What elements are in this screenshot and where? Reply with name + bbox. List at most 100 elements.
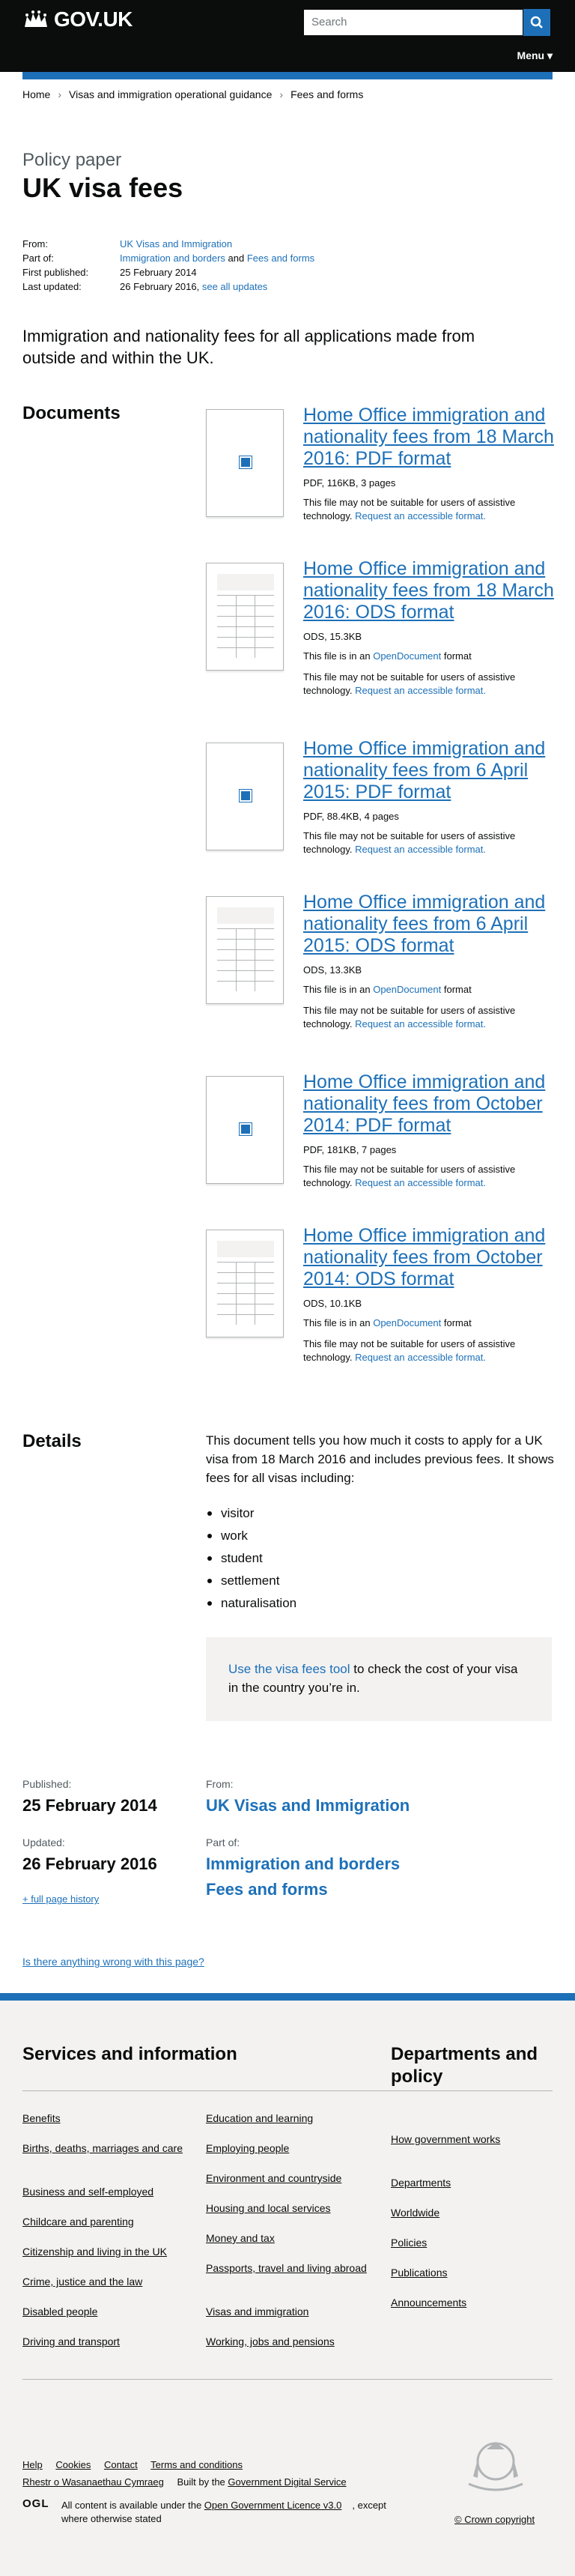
footer-link[interactable]: Business and self-employed	[22, 2185, 187, 2199]
pdf-thumbnail-icon[interactable]	[206, 743, 284, 850]
footer-link[interactable]: Childcare and parenting	[22, 2215, 187, 2229]
opendocument-link[interactable]: OpenDocument	[373, 984, 441, 995]
documents-heading: Documents	[22, 403, 121, 423]
menu-button[interactable]: Menu ▾	[517, 49, 553, 62]
footer-link[interactable]: Departments	[391, 2176, 556, 2190]
full-history-link[interactable]: + full page history	[22, 1893, 99, 1905]
spreadsheet-thumbnail-icon[interactable]	[206, 1230, 284, 1337]
pdf-icon	[239, 1122, 252, 1136]
footer-terms-link[interactable]: Terms and conditions	[150, 2459, 243, 2470]
footer-link[interactable]: Employing people	[206, 2141, 371, 2156]
footer-link[interactable]: Worldwide	[391, 2206, 556, 2220]
spreadsheet-thumbnail-icon[interactable]	[206, 896, 284, 1004]
part-of-link-immigration-bottom[interactable]: Immigration and borders	[206, 1854, 400, 1874]
gds-link[interactable]: Government Digital Service	[228, 2476, 346, 2488]
accessibility-note: This file may not be suitable for users …	[303, 671, 516, 696]
search-button[interactable]	[523, 9, 550, 36]
footer-divider	[22, 2090, 553, 2091]
ogl-link[interactable]: Open Government Licence v3.0	[204, 2500, 342, 2511]
request-accessible-format-link[interactable]: Request an accessible format.	[355, 1018, 486, 1030]
part-of-link-immigration[interactable]: Immigration and borders	[120, 253, 225, 264]
pdf-thumbnail-icon[interactable]	[206, 409, 284, 517]
spreadsheet-icon	[217, 907, 274, 991]
royal-coat-of-arms-icon	[468, 2442, 523, 2491]
footer-link[interactable]: Births, deaths, marriages and care	[22, 2141, 187, 2156]
opendocument-link[interactable]: OpenDocument	[373, 1317, 441, 1328]
footer-link[interactable]: Education and learning	[206, 2111, 371, 2126]
list-item: work	[206, 1525, 296, 1547]
footer-contact-link[interactable]: Contact	[104, 2459, 138, 2470]
document-details: Home Office immigration and nationality …	[303, 892, 558, 1031]
request-accessible-format-link[interactable]: Request an accessible format.	[355, 685, 486, 696]
see-all-updates-link[interactable]: see all updates	[202, 281, 267, 292]
from-link-bottom[interactable]: UK Visas and Immigration	[206, 1796, 410, 1815]
document-meta: ODS, 10.1KB	[303, 1298, 362, 1309]
document-title-link[interactable]: Home Office immigration and nationality …	[303, 1071, 558, 1137]
footer-link[interactable]: Environment and countryside	[206, 2171, 371, 2186]
last-updated-label: Last updated:	[22, 281, 82, 292]
document-title-link[interactable]: Home Office immigration and nationality …	[303, 405, 558, 470]
request-accessible-format-link[interactable]: Request an accessible format.	[355, 510, 486, 521]
breadcrumb-visas-guidance[interactable]: Visas and immigration operational guidan…	[69, 88, 272, 100]
accessibility-note: This file may not be suitable for users …	[303, 830, 516, 855]
footer-link[interactable]: Publications	[391, 2266, 556, 2280]
list-item: student	[206, 1547, 296, 1570]
visa-fees-tool-link[interactable]: Use the visa fees tool	[228, 1662, 350, 1676]
govuk-logo[interactable]: GOV.UK	[22, 7, 133, 31]
footer-link[interactable]: Housing and local services	[206, 2201, 371, 2216]
pdf-icon	[239, 456, 252, 469]
footer-link[interactable]: Disabled people	[22, 2305, 187, 2319]
part-of-label-bottom: Part of:	[206, 1836, 240, 1848]
opendocument-note: This file is in an OpenDocument format	[303, 650, 472, 662]
footer-link[interactable]: Visas and immigration	[206, 2305, 371, 2319]
footer-link[interactable]: Benefits	[22, 2111, 187, 2126]
report-problem-link[interactable]: Is there anything wrong with this page?	[22, 1956, 204, 1968]
part-of-link-fees[interactable]: Fees and forms	[247, 253, 314, 264]
footer-link[interactable]: Driving and transport	[22, 2335, 187, 2349]
part-of-link-fees-bottom[interactable]: Fees and forms	[206, 1880, 328, 1899]
footer-link[interactable]: Citizenship and living in the UK	[22, 2245, 187, 2259]
visa-fees-tool-callout: Use the visa fees tool to check the cost…	[206, 1637, 552, 1721]
document-title-link[interactable]: Home Office immigration and nationality …	[303, 892, 558, 957]
search-form: Search	[303, 9, 550, 36]
document-details: Home Office immigration and nationality …	[303, 738, 558, 856]
from-link[interactable]: UK Visas and Immigration	[120, 238, 232, 250]
opendocument-note: This file is in an OpenDocument format	[303, 1317, 472, 1328]
document-details: Home Office immigration and nationality …	[303, 1071, 558, 1190]
footer-link[interactable]: How government works	[391, 2132, 556, 2147]
pdf-icon	[239, 789, 252, 802]
accessibility-note: This file may not be suitable for users …	[303, 1005, 516, 1030]
welsh-services-link[interactable]: Rhestr o Wasanaethau Cymraeg	[22, 2476, 164, 2488]
document-title-link[interactable]: Home Office immigration and nationality …	[303, 738, 558, 803]
list-item: settlement	[206, 1570, 296, 1592]
footer-link[interactable]: Announcements	[391, 2296, 556, 2310]
built-by-prefix: Built by the	[177, 2476, 228, 2488]
summary: Immigration and nationality fees for all…	[22, 327, 475, 367]
services-heading: Services and information	[22, 2044, 237, 2064]
part-of-label: Part of:	[22, 253, 54, 264]
document-title-link[interactable]: Home Office immigration and nationality …	[303, 558, 558, 623]
search-input[interactable]: Search	[303, 9, 523, 36]
document-meta: PDF, 181KB, 7 pages	[303, 1144, 397, 1155]
footer-help-link[interactable]: Help	[22, 2459, 43, 2470]
footer-link[interactable]: Working, jobs and pensions	[206, 2335, 371, 2349]
breadcrumb-home[interactable]: Home	[22, 88, 50, 100]
breadcrumb-fees-forms[interactable]: Fees and forms	[290, 88, 363, 100]
footer-cookies-link[interactable]: Cookies	[55, 2459, 91, 2470]
document-title-link[interactable]: Home Office immigration and nationality …	[303, 1225, 558, 1290]
opendocument-link[interactable]: OpenDocument	[373, 650, 441, 662]
crown-copyright-link[interactable]: © Crown copyright	[454, 2514, 535, 2525]
breadcrumb: Home › Visas and immigration operational…	[22, 88, 363, 100]
spreadsheet-thumbnail-icon[interactable]	[206, 563, 284, 671]
document-details: Home Office immigration and nationality …	[303, 1225, 558, 1364]
request-accessible-format-link[interactable]: Request an accessible format.	[355, 1352, 486, 1363]
footer-link[interactable]: Passports, travel and living abroad	[206, 2261, 371, 2276]
logo-text: GOV.UK	[54, 7, 133, 31]
pdf-thumbnail-icon[interactable]	[206, 1076, 284, 1184]
footer-link[interactable]: Crime, justice and the law	[22, 2275, 187, 2289]
request-accessible-format-link[interactable]: Request an accessible format.	[355, 1177, 486, 1188]
footer-link[interactable]: Policies	[391, 2236, 556, 2250]
and-text: and	[225, 253, 247, 264]
request-accessible-format-link[interactable]: Request an accessible format.	[355, 844, 486, 855]
footer-link[interactable]: Money and tax	[206, 2231, 371, 2246]
